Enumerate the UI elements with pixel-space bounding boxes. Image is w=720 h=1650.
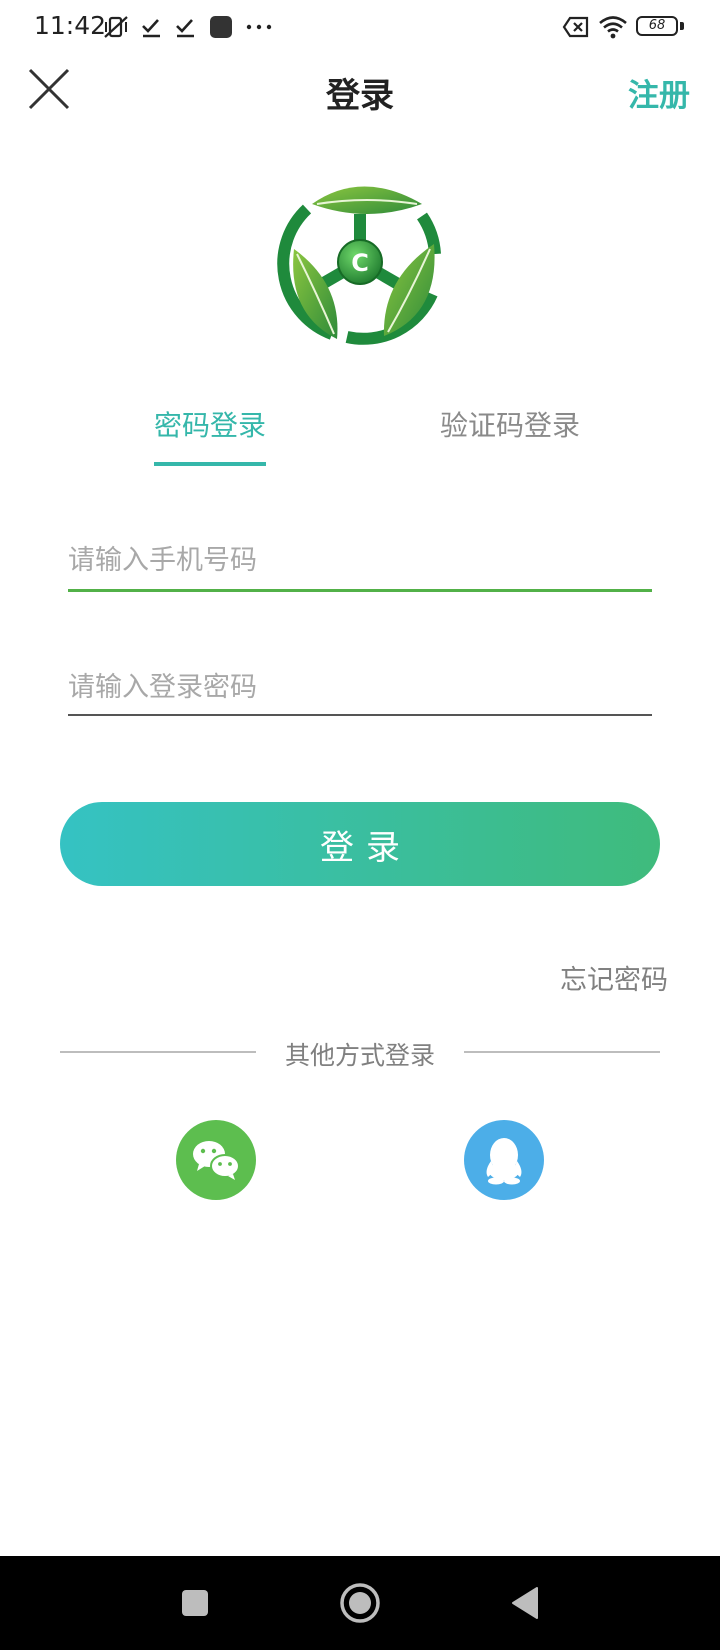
nav-recents-button[interactable]: [155, 1556, 235, 1650]
forgot-password-link[interactable]: 忘记密码: [560, 958, 668, 997]
password-input[interactable]: [68, 662, 652, 712]
status-icons-left: [102, 12, 284, 42]
status-icons-right: 68: [554, 12, 684, 42]
register-link[interactable]: 注册: [628, 70, 690, 115]
app-logo: C: [272, 174, 448, 350]
check-icon: [176, 19, 194, 38]
phone-input-underline: [68, 589, 652, 592]
qq-icon: [486, 1138, 522, 1185]
login-button[interactable]: 登录: [60, 802, 660, 886]
square-icon: [182, 1590, 208, 1616]
status-bar: 11:42 68: [0, 0, 720, 54]
phone-input[interactable]: [68, 535, 652, 585]
system-nav-bar: [0, 1556, 720, 1650]
login-screen: 11:42 68 登录 注册 C 密码登录 验证码登录 请输入手机号码 登录 忘…: [0, 0, 720, 1650]
sim-off-icon: [562, 16, 589, 38]
check-icon: [142, 19, 160, 38]
header: 登录 注册: [0, 54, 720, 128]
battery-icon: 68: [636, 16, 684, 38]
page-title: 登录: [326, 76, 394, 116]
wifi-icon: [599, 16, 627, 39]
circle-icon: [340, 1583, 380, 1623]
nav-back-button[interactable]: [485, 1556, 565, 1650]
app-square-icon: [210, 16, 232, 38]
vibrate-off-icon: [104, 16, 128, 38]
battery-tip: [680, 22, 684, 30]
back-triangle-icon: [512, 1587, 538, 1619]
divider-right: [464, 1051, 660, 1053]
nav-home-button[interactable]: [320, 1556, 400, 1650]
leaf-logo-icon: C: [277, 186, 441, 345]
tab-password-login[interactable]: 密码登录: [154, 404, 266, 444]
qq-login-button[interactable]: [464, 1120, 544, 1200]
tab-code-login[interactable]: 验证码登录: [440, 404, 580, 444]
tab-active-indicator: [154, 462, 266, 466]
other-login-label: 其他方式登录: [284, 1041, 435, 1070]
wechat-icon: [193, 1141, 240, 1180]
password-input-underline: [68, 714, 652, 716]
more-dots-icon: [246, 24, 272, 30]
battery-level: 68: [636, 16, 678, 36]
status-time: 11:42: [34, 11, 107, 40]
logo-letter: C: [351, 249, 369, 277]
wechat-login-button[interactable]: [176, 1120, 256, 1200]
divider-left: [60, 1051, 256, 1053]
